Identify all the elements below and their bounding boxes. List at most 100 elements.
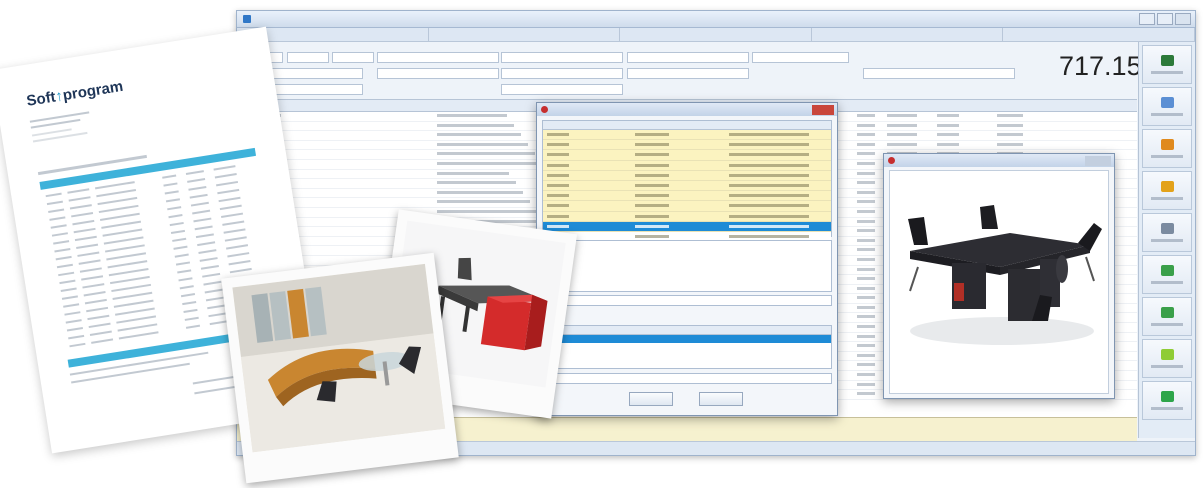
confirm-button[interactable]	[629, 392, 673, 406]
document-line	[190, 201, 209, 207]
field-14[interactable]	[501, 84, 623, 95]
details-panel	[542, 240, 832, 292]
field-11[interactable]	[627, 68, 749, 79]
document-line	[45, 192, 62, 198]
photo-preview-dialog	[883, 153, 1115, 399]
save-icon	[1160, 391, 1174, 402]
document-line	[180, 293, 196, 298]
filter-field[interactable]	[542, 295, 832, 306]
list-item[interactable]	[543, 180, 831, 192]
stock-grid[interactable]	[542, 325, 832, 369]
search-results-grid[interactable]	[542, 120, 832, 253]
toolbar-button-4[interactable]	[1142, 171, 1192, 210]
document-line	[54, 247, 71, 253]
ribbon-tabs	[237, 28, 1195, 42]
window-titlebar	[237, 11, 1195, 28]
document-line	[174, 253, 189, 258]
document-line	[189, 193, 208, 199]
toolbar-button-9[interactable]	[1142, 381, 1192, 420]
document-line	[61, 295, 78, 300]
document-line	[173, 245, 188, 250]
document-line	[165, 198, 181, 203]
field-6[interactable]	[627, 52, 749, 63]
field-4[interactable]	[377, 52, 499, 63]
list-item[interactable]	[543, 191, 831, 202]
list-item[interactable]	[543, 170, 831, 181]
list-item[interactable]	[543, 211, 831, 222]
document-line	[59, 279, 76, 285]
document-line	[49, 216, 66, 221]
document-line	[199, 257, 218, 262]
document-line	[72, 219, 95, 226]
cancel-button[interactable]	[699, 392, 743, 406]
close-icon[interactable]	[1085, 155, 1111, 166]
document-line	[219, 204, 242, 211]
toolbar-button-8[interactable]	[1142, 339, 1192, 378]
tab-4[interactable]	[812, 28, 1004, 41]
box-icon	[1160, 139, 1174, 150]
toolbar-button-6[interactable]	[1142, 255, 1192, 294]
list-item[interactable]	[543, 150, 831, 161]
field-2[interactable]	[287, 52, 329, 63]
document-line	[222, 220, 245, 226]
field-7[interactable]	[752, 52, 849, 63]
document-line	[162, 174, 177, 179]
document-line	[98, 204, 139, 214]
document-line	[83, 291, 106, 297]
document-line	[55, 255, 72, 261]
toolbar-button-5[interactable]	[1142, 213, 1192, 252]
close-button[interactable]	[1175, 13, 1191, 25]
printer-icon	[1160, 55, 1174, 66]
list-item[interactable]	[543, 201, 831, 212]
document-line	[197, 241, 216, 247]
document-line	[103, 236, 144, 245]
search-field[interactable]	[542, 373, 832, 384]
document-line	[87, 314, 110, 321]
document-line	[50, 224, 67, 229]
document-line	[214, 173, 237, 179]
document-line	[172, 237, 187, 242]
document-line	[182, 300, 197, 306]
document-line	[78, 259, 101, 265]
toolbar-button-1[interactable]	[1142, 45, 1192, 84]
field-10[interactable]	[501, 68, 623, 79]
document-line	[213, 165, 236, 171]
document-line	[104, 244, 145, 253]
document-line	[68, 196, 91, 202]
tab-5[interactable]	[1003, 28, 1195, 41]
send-icon	[1160, 349, 1174, 360]
company-logo: Soft↑program	[25, 77, 125, 110]
document-line	[226, 244, 249, 250]
field-12[interactable]	[863, 68, 1015, 79]
document-line	[68, 334, 85, 340]
document-line	[53, 240, 70, 245]
tab-2[interactable]	[429, 28, 621, 41]
document-line	[81, 275, 104, 281]
field-3[interactable]	[332, 52, 374, 63]
document-line	[51, 232, 68, 237]
tab-3[interactable]	[620, 28, 812, 41]
document-line	[223, 228, 246, 234]
list-item[interactable]	[543, 221, 831, 232]
document-line	[167, 206, 182, 211]
document-line	[84, 298, 107, 305]
close-icon[interactable]	[812, 104, 834, 115]
app-icon	[541, 106, 548, 113]
document-line	[73, 227, 96, 234]
toolbar-button-3[interactable]	[1142, 129, 1192, 168]
document-line	[113, 299, 154, 308]
document-line	[200, 264, 219, 270]
list-item[interactable]	[543, 160, 831, 171]
list-item[interactable]	[543, 140, 831, 151]
document-line	[101, 220, 142, 229]
toolbar-button-2[interactable]	[1142, 87, 1192, 126]
document-line	[109, 275, 150, 285]
app-icon	[243, 15, 251, 23]
document-line	[216, 180, 239, 187]
maximize-button[interactable]	[1157, 13, 1173, 25]
field-9[interactable]	[377, 68, 499, 79]
toolbar-button-7[interactable]	[1142, 297, 1192, 336]
list-item[interactable]	[543, 130, 831, 141]
minimize-button[interactable]	[1139, 13, 1155, 25]
field-5[interactable]	[501, 52, 623, 63]
